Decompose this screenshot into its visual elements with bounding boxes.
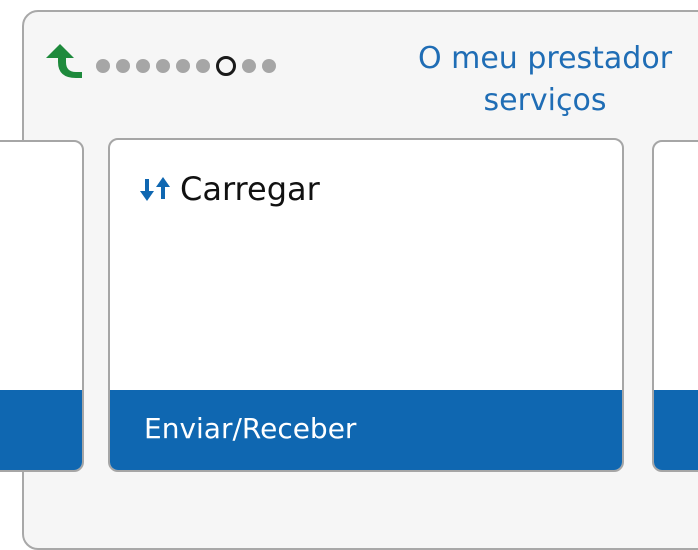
back-up-arrow-icon[interactable]	[42, 40, 82, 80]
tile-header: Carregar	[140, 170, 320, 208]
page-title: O meu prestador serviços	[380, 38, 698, 122]
pager-dot[interactable]	[262, 59, 276, 73]
pager-dot[interactable]	[136, 59, 150, 73]
pager-dot[interactable]	[176, 59, 190, 73]
down-up-arrows-icon	[140, 175, 170, 203]
page-title-line2: serviços	[483, 83, 607, 118]
pager-dots	[96, 54, 276, 78]
tile-carregar[interactable]: Carregar Enviar/Receber	[108, 138, 624, 472]
tile-next-bar	[654, 390, 698, 470]
pager-dot-current[interactable]	[216, 56, 236, 76]
pager-dot[interactable]	[196, 59, 210, 73]
tile-previous-bar	[0, 390, 82, 470]
pager-dot[interactable]	[116, 59, 130, 73]
tile-title: Carregar	[180, 170, 320, 208]
send-receive-label: Enviar/Receber	[144, 412, 357, 445]
page-title-line1: O meu prestador	[417, 41, 673, 76]
pager-dot[interactable]	[242, 59, 256, 73]
pager-dot[interactable]	[96, 59, 110, 73]
pager-dot[interactable]	[156, 59, 170, 73]
tile-next[interactable]	[652, 140, 698, 472]
up-arrow-icon	[156, 177, 170, 199]
tile-previous[interactable]	[0, 140, 84, 472]
down-arrow-icon	[140, 179, 154, 201]
tile-action-bar[interactable]: Enviar/Receber	[110, 390, 622, 470]
